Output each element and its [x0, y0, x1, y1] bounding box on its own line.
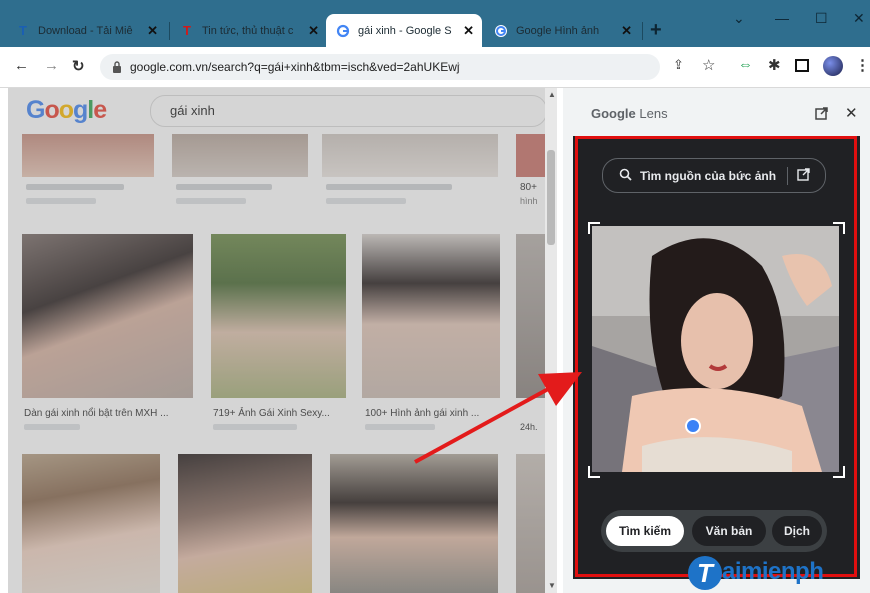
google-favicon-icon — [336, 24, 350, 38]
tab-search-icon[interactable]: ⌄ — [733, 10, 745, 27]
maximize-button[interactable]: ☐ — [815, 10, 828, 27]
annotation-arrow-icon — [414, 372, 582, 464]
close-tab-icon[interactable]: ✕ — [621, 23, 632, 39]
tab-google-hinh-anh[interactable]: Google Hình ảnh ✕ — [484, 14, 640, 47]
menu-kebab-icon[interactable]: ⋮ — [855, 56, 870, 74]
tab-title: Download - Tải Miễ — [38, 24, 133, 37]
tab-title: Google Hình ảnh — [516, 24, 600, 37]
close-panel-icon[interactable]: ✕ — [845, 104, 858, 122]
forward-icon[interactable]: → — [44, 57, 59, 74]
watermark-logo-icon: T — [688, 556, 722, 590]
google-favicon-icon — [494, 24, 508, 38]
bookmark-star-icon[interactable]: ☆ — [702, 56, 715, 74]
site-favicon-icon: T — [19, 23, 27, 38]
open-in-new-icon[interactable] — [815, 107, 828, 125]
back-icon[interactable]: ← — [14, 57, 29, 74]
close-tab-icon[interactable]: ✕ — [308, 23, 319, 39]
side-panel-icon[interactable] — [795, 59, 809, 72]
tab-gai-xinh-active[interactable]: gái xinh - Google S ✕ — [326, 14, 482, 47]
tab-divider — [642, 22, 643, 40]
url-text[interactable]: google.com.vn/search?q=gái+xinh&tbm=isch… — [130, 60, 460, 74]
extensions-puzzle-icon[interactable]: ✱ — [768, 56, 781, 74]
tab-title: Tin tức, thủ thuật c — [202, 24, 294, 37]
highlight-box — [575, 136, 857, 577]
new-tab-button[interactable]: + — [650, 19, 662, 42]
extension-icon[interactable]: ⇔ — [738, 56, 753, 73]
watermark-text: aimienph — [722, 558, 824, 585]
tab-title: gái xinh - Google S — [358, 24, 452, 37]
tab-tin-tuc[interactable]: T Tin tức, thủ thuật c ✕ — [170, 14, 327, 47]
close-window-button[interactable]: ✕ — [853, 10, 865, 27]
profile-avatar[interactable] — [823, 56, 843, 76]
share-icon[interactable]: ⇪ — [673, 57, 684, 73]
site-favicon-icon: T — [183, 23, 191, 38]
scroll-up-icon[interactable]: ▲ — [548, 90, 556, 99]
tab-download[interactable]: T Download - Tải Miễ ✕ — [6, 14, 166, 47]
reload-icon[interactable]: ↻ — [72, 57, 85, 75]
close-tab-icon[interactable]: ✕ — [463, 23, 474, 39]
lens-title-product: Lens — [639, 106, 668, 121]
scroll-down-icon[interactable]: ▼ — [548, 581, 556, 590]
scrollbar-thumb[interactable] — [547, 150, 555, 245]
lens-title: Google Lens — [591, 106, 668, 121]
minimize-button[interactable]: — — [775, 10, 789, 26]
close-tab-icon[interactable]: ✕ — [147, 23, 158, 39]
lock-icon — [112, 60, 122, 78]
dim-overlay — [8, 88, 557, 593]
lens-title-brand: Google — [591, 106, 636, 121]
